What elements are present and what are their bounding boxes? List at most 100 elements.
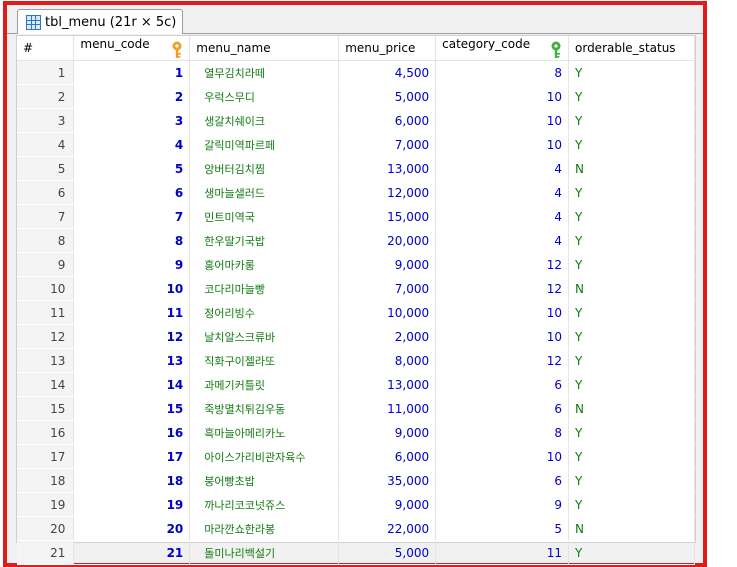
menu-name-cell[interactable]: 까나리코코넛쥬스	[189, 492, 340, 517]
row-number-cell[interactable]: 6	[17, 180, 75, 205]
table-row[interactable]: 13 13 직화구이젤라또 8,000 12 Y	[17, 348, 695, 373]
row-number-cell[interactable]: 7	[17, 204, 75, 229]
col-header-orderable-status[interactable]: orderable_status	[568, 36, 695, 61]
menu-code-cell[interactable]: 14	[73, 372, 191, 397]
category-code-cell[interactable]: 10	[435, 108, 569, 133]
col-header-menu-price[interactable]: menu_price	[338, 36, 437, 61]
menu-name-cell[interactable]: 흑마늘아메리카노	[189, 420, 340, 445]
menu-name-cell[interactable]: 앙버터김치찜	[189, 156, 340, 181]
col-header-menu-name[interactable]: menu_name	[189, 36, 340, 61]
menu-name-cell[interactable]: 갈릭미역파르페	[189, 132, 340, 157]
orderable-status-cell[interactable]: Y	[568, 372, 695, 397]
orderable-status-cell[interactable]: N	[568, 396, 695, 421]
menu-code-cell[interactable]: 20	[73, 516, 191, 541]
menu-name-cell[interactable]: 과메기커틀릿	[189, 372, 340, 397]
menu-code-cell[interactable]: 15	[73, 396, 191, 421]
menu-name-cell[interactable]: 생마늘샐러드	[189, 180, 340, 205]
menu-price-cell[interactable]: 13,000	[338, 156, 437, 181]
menu-name-cell[interactable]: 붕어빵초밥	[189, 468, 340, 493]
menu-code-cell[interactable]: 2	[73, 84, 191, 109]
orderable-status-cell[interactable]: Y	[568, 468, 695, 493]
menu-name-cell[interactable]: 날치알스크류바	[189, 324, 340, 349]
menu-price-cell[interactable]: 7,000	[338, 276, 437, 301]
menu-code-cell[interactable]: 4	[73, 132, 191, 157]
orderable-status-cell[interactable]: Y	[568, 60, 695, 85]
category-code-cell[interactable]: 8	[435, 60, 569, 85]
menu-price-cell[interactable]: 22,000	[338, 516, 437, 541]
category-code-cell[interactable]: 4	[435, 156, 569, 181]
orderable-status-cell[interactable]: N	[568, 276, 695, 301]
category-code-cell[interactable]: 12	[435, 276, 569, 301]
menu-name-cell[interactable]: 한우딸기국밥	[189, 228, 340, 253]
orderable-status-cell[interactable]: Y	[568, 420, 695, 445]
menu-price-cell[interactable]: 11,000	[338, 396, 437, 421]
orderable-status-cell[interactable]: Y	[568, 444, 695, 469]
menu-price-cell[interactable]: 13,000	[338, 372, 437, 397]
menu-code-cell[interactable]: 13	[73, 348, 191, 373]
menu-price-cell[interactable]: 12,000	[338, 180, 437, 205]
menu-name-cell[interactable]: 죽방멸치튀김우동	[189, 396, 340, 421]
row-number-cell[interactable]: 19	[17, 492, 75, 517]
menu-price-cell[interactable]: 9,000	[338, 492, 437, 517]
row-number-cell[interactable]: 15	[17, 396, 75, 421]
menu-price-cell[interactable]: 4,500	[338, 60, 437, 85]
table-row[interactable]: 2 2 우럭스무디 5,000 10 Y	[17, 84, 695, 109]
category-code-cell[interactable]: 8	[435, 420, 569, 445]
menu-code-cell[interactable]: 12	[73, 324, 191, 349]
table-row[interactable]: 8 8 한우딸기국밥 20,000 4 Y	[17, 228, 695, 253]
table-row[interactable]: 18 18 붕어빵초밥 35,000 6 Y	[17, 468, 695, 493]
menu-code-cell[interactable]: 3	[73, 108, 191, 133]
row-number-cell[interactable]: 14	[17, 372, 75, 397]
menu-price-cell[interactable]: 6,000	[338, 108, 437, 133]
menu-name-cell[interactable]: 열무김치라떼	[189, 60, 340, 85]
orderable-status-cell[interactable]: Y	[568, 252, 695, 277]
orderable-status-cell[interactable]: Y	[568, 228, 695, 253]
table-row[interactable]: 19 19 까나리코코넛쥬스 9,000 9 Y	[17, 492, 695, 517]
table-row[interactable]: 4 4 갈릭미역파르페 7,000 10 Y	[17, 132, 695, 157]
table-row[interactable]: 11 11 정어리빙수 10,000 10 Y	[17, 300, 695, 325]
menu-code-cell[interactable]: 16	[73, 420, 191, 445]
row-number-cell[interactable]: 18	[17, 468, 75, 493]
category-code-cell[interactable]: 11	[435, 540, 569, 565]
menu-code-cell[interactable]: 10	[73, 276, 191, 301]
orderable-status-cell[interactable]: Y	[568, 180, 695, 205]
table-row[interactable]: 17 17 아이스가리비관자육수 6,000 10 Y	[17, 444, 695, 469]
table-row[interactable]: 16 16 흑마늘아메리카노 9,000 8 Y	[17, 420, 695, 445]
menu-price-cell[interactable]: 10,000	[338, 300, 437, 325]
menu-price-cell[interactable]: 2,000	[338, 324, 437, 349]
table-row[interactable]: 20 20 마라깐쇼한라봉 22,000 5 N	[17, 516, 695, 541]
table-row[interactable]: 10 10 코다리마늘빵 7,000 12 N	[17, 276, 695, 301]
row-number-cell[interactable]: 16	[17, 420, 75, 445]
category-code-cell[interactable]: 4	[435, 228, 569, 253]
row-number-cell[interactable]: 8	[17, 228, 75, 253]
menu-name-cell[interactable]: 아이스가리비관자육수	[189, 444, 340, 469]
table-row[interactable]: 1 1 열무김치라떼 4,500 8 Y	[17, 60, 695, 85]
menu-price-cell[interactable]: 15,000	[338, 204, 437, 229]
row-number-cell[interactable]: 21	[17, 540, 75, 565]
row-number-cell[interactable]: 4	[17, 132, 75, 157]
orderable-status-cell[interactable]: Y	[568, 348, 695, 373]
menu-price-cell[interactable]: 5,000	[338, 84, 437, 109]
col-header-menu-code[interactable]: menu_code	[73, 36, 191, 61]
row-number-cell[interactable]: 11	[17, 300, 75, 325]
menu-code-cell[interactable]: 19	[73, 492, 191, 517]
table-row[interactable]: 7 7 민트미역국 15,000 4 Y	[17, 204, 695, 229]
menu-price-cell[interactable]: 5,000	[338, 540, 437, 565]
row-number-cell[interactable]: 9	[17, 252, 75, 277]
menu-name-cell[interactable]: 정어리빙수	[189, 300, 340, 325]
table-row[interactable]: 14 14 과메기커틀릿 13,000 6 Y	[17, 372, 695, 397]
orderable-status-cell[interactable]: Y	[568, 324, 695, 349]
category-code-cell[interactable]: 6	[435, 468, 569, 493]
orderable-status-cell[interactable]: N	[568, 516, 695, 541]
menu-price-cell[interactable]: 20,000	[338, 228, 437, 253]
menu-code-cell[interactable]: 6	[73, 180, 191, 205]
menu-name-cell[interactable]: 생갈치쉐이크	[189, 108, 340, 133]
menu-code-cell[interactable]: 18	[73, 468, 191, 493]
table-row[interactable]: 5 5 앙버터김치찜 13,000 4 N	[17, 156, 695, 181]
menu-name-cell[interactable]: 코다리마늘빵	[189, 276, 340, 301]
category-code-cell[interactable]: 4	[435, 204, 569, 229]
row-number-cell[interactable]: 12	[17, 324, 75, 349]
row-number-cell[interactable]: 20	[17, 516, 75, 541]
category-code-cell[interactable]: 10	[435, 324, 569, 349]
category-code-cell[interactable]: 10	[435, 300, 569, 325]
